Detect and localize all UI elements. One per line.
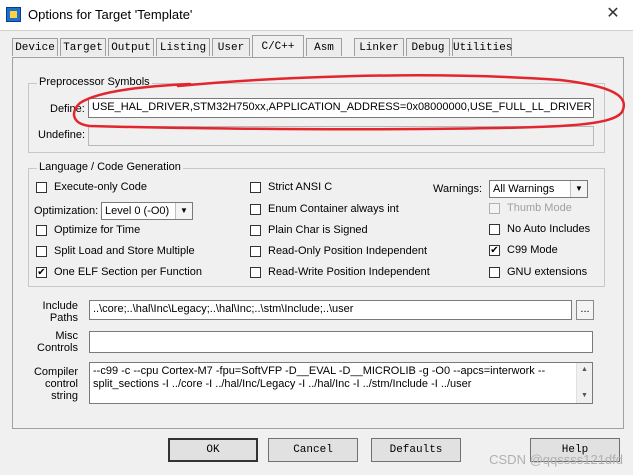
read-write-pi-box[interactable] <box>250 267 261 278</box>
tab-c-cpp[interactable]: C/C++ <box>252 35 304 57</box>
gnu-extensions-checkbox[interactable]: GNU extensions <box>489 266 599 281</box>
tab-debug[interactable]: Debug <box>406 38 450 56</box>
undefine-field[interactable] <box>88 126 594 146</box>
language-code-generation-legend: Language / Code Generation <box>37 161 183 173</box>
chevron-down-icon: ▼ <box>570 181 587 197</box>
warnings-select[interactable]: All Warnings ▼ <box>489 180 588 198</box>
optimization-select[interactable]: Level 0 (-O0) ▼ <box>101 202 193 220</box>
defaults-button[interactable]: Defaults <box>371 438 461 462</box>
watermark: CSDN @qqssss121dfd <box>489 452 623 467</box>
app-icon <box>6 7 21 22</box>
tab-device[interactable]: Device <box>12 38 58 56</box>
chevron-down-icon: ▼ <box>175 203 192 219</box>
optimization-label: Optimization: <box>34 205 99 217</box>
split-load-store-checkbox[interactable]: Split Load and Store Multiple <box>36 245 226 260</box>
window-title: Options for Target 'Template' <box>28 7 193 22</box>
c99-mode-checkbox[interactable]: ✔ C99 Mode <box>489 244 589 259</box>
optimize-for-time-checkbox[interactable]: Optimize for Time <box>36 224 186 239</box>
gnu-extensions-box[interactable] <box>489 267 500 278</box>
no-auto-includes-checkbox[interactable]: No Auto Includes <box>489 223 599 238</box>
read-write-pi-checkbox[interactable]: Read-Write Position Independent <box>250 266 440 281</box>
close-icon[interactable]: ✕ <box>599 3 627 25</box>
compiler-control-string[interactable]: --c99 -c --cpu Cortex-M7 -fpu=SoftVFP -D… <box>89 362 593 404</box>
execute-only-box[interactable] <box>36 182 47 193</box>
plain-char-checkbox[interactable]: Plain Char is Signed <box>250 224 400 239</box>
include-paths-field[interactable]: ..\core;..\hal\Inc\Legacy;..\hal\Inc;..\… <box>89 300 572 320</box>
thumb-mode-box[interactable] <box>489 203 500 214</box>
tab-asm[interactable]: Asm <box>306 38 342 56</box>
one-elf-section-checkbox[interactable]: ✔ One ELF Section per Function <box>36 266 226 281</box>
scroll-up-icon[interactable]: ▲ <box>577 363 592 377</box>
plain-char-box[interactable] <box>250 225 261 236</box>
compiler-control-scrollbar[interactable]: ▲ ▼ <box>576 363 592 403</box>
warnings-label: Warnings: <box>433 183 483 195</box>
cancel-button[interactable]: Cancel <box>268 438 358 462</box>
execute-only-checkbox[interactable]: Execute-only Code <box>36 181 186 196</box>
include-paths-browse-button[interactable]: ... <box>576 300 594 320</box>
misc-controls-field[interactable] <box>89 331 593 353</box>
enum-container-box[interactable] <box>250 204 261 215</box>
no-auto-includes-box[interactable] <box>489 224 500 235</box>
ok-button[interactable]: OK <box>168 438 258 462</box>
include-paths-label: Include Paths <box>42 300 78 324</box>
check-icon[interactable]: ✔ <box>489 245 500 256</box>
compiler-control-label: Compiler control string <box>33 366 78 402</box>
misc-controls-label: Misc Controls <box>37 330 78 354</box>
scroll-down-icon[interactable]: ▼ <box>577 389 592 403</box>
check-icon[interactable]: ✔ <box>36 267 47 278</box>
enum-container-checkbox[interactable]: Enum Container always int <box>250 203 420 218</box>
thumb-mode-checkbox[interactable]: Thumb Mode <box>489 202 589 217</box>
read-only-pi-checkbox[interactable]: Read-Only Position Independent <box>250 245 440 260</box>
strict-ansi-checkbox[interactable]: Strict ANSI C <box>250 181 390 196</box>
tab-target[interactable]: Target <box>60 38 106 56</box>
tab-linker[interactable]: Linker <box>354 38 404 56</box>
split-load-store-box[interactable] <box>36 246 47 257</box>
define-field[interactable]: USE_HAL_DRIVER,STM32H750xx,APPLICATION_A… <box>88 98 594 118</box>
tab-user[interactable]: User <box>212 38 250 56</box>
read-only-pi-box[interactable] <box>250 246 261 257</box>
undefine-label: Undefine: <box>38 129 86 141</box>
tab-listing[interactable]: Listing <box>156 38 210 56</box>
preprocessor-symbols-legend: Preprocessor Symbols <box>37 76 152 88</box>
tab-utilities[interactable]: Utilities <box>452 38 512 56</box>
strict-ansi-box[interactable] <box>250 182 261 193</box>
title-bar: Options for Target 'Template' ✕ <box>0 0 633 31</box>
tab-strip: Device Target Output Listing User C/C++ … <box>12 35 624 58</box>
define-label: Define: <box>50 103 85 115</box>
optimize-for-time-box[interactable] <box>36 225 47 236</box>
tab-output[interactable]: Output <box>108 38 154 56</box>
